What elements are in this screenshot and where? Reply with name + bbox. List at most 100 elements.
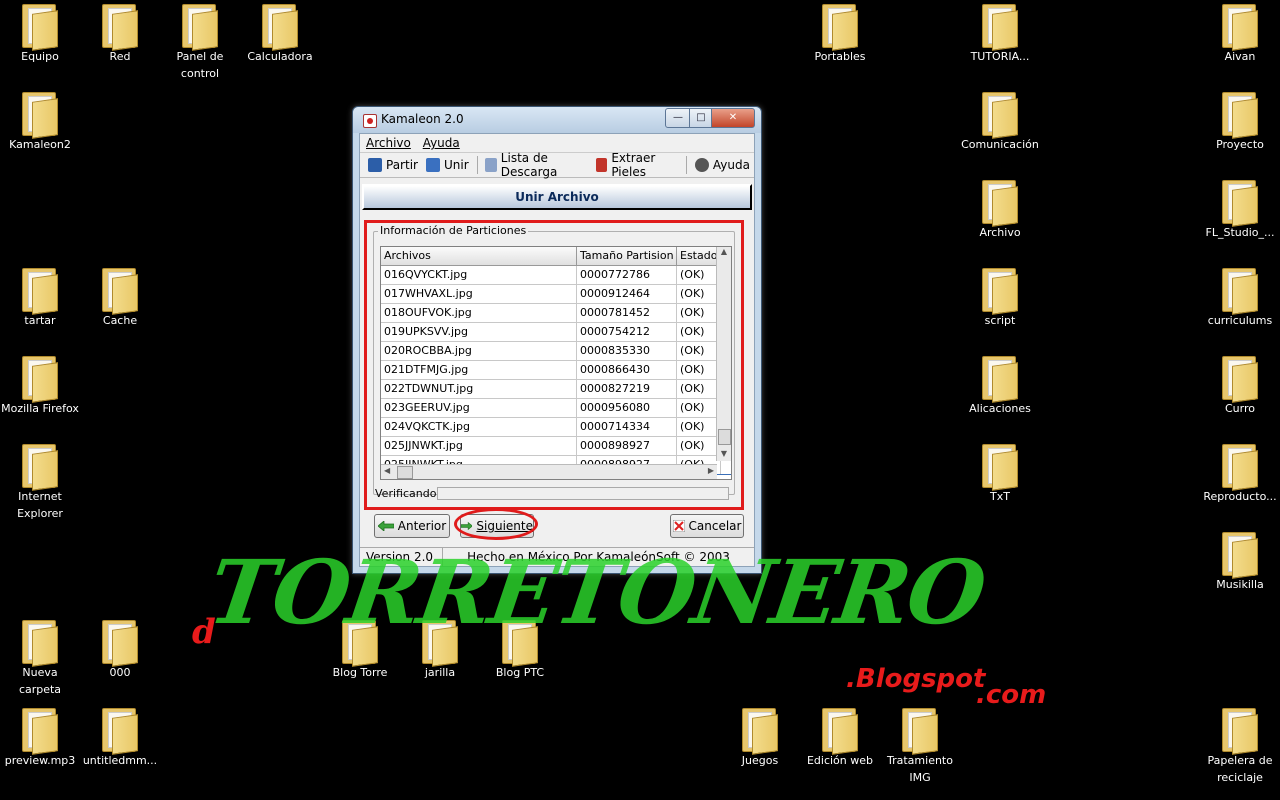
folder-icon [100, 2, 140, 51]
kamaleon-window[interactable]: Kamaleon 2.0 — □ ✕ Archivo Ayuda Partir … [352, 106, 762, 574]
toolbar-partir-button[interactable]: Partir [364, 158, 422, 172]
desktop-icon-left-3[interactable]: Calculadora [240, 2, 320, 65]
desktop-icon-left-4[interactable]: Kamaleon2 [0, 90, 80, 153]
table-row[interactable]: 018OUFVOK.jpg 0000781452 (OK) [381, 304, 731, 323]
desktop-icon-label: Musikilla [1216, 578, 1264, 591]
desktop-icon-left-7[interactable]: Mozilla Firefox [0, 354, 80, 417]
desktop-icon-right-0[interactable]: Portables [800, 2, 880, 65]
desktop-icon-label: Portables [814, 50, 866, 63]
table-row[interactable]: 022TDWNUT.jpg 0000827219 (OK) [381, 380, 731, 399]
folder-icon [1220, 90, 1260, 139]
desktop-icon-right-14[interactable]: Papelera de reciclaje [1200, 706, 1280, 786]
table-cell: 0000714334 [577, 418, 677, 436]
folder-icon [1220, 706, 1260, 755]
toolbar-pieles-button[interactable]: Extraer Pieles [592, 151, 682, 179]
desktop-icon-mid-3[interactable]: Juegos [720, 706, 800, 769]
table-cell: 0000866430 [577, 361, 677, 379]
table-cell: (OK) [677, 323, 721, 341]
table-row[interactable]: 023GEERUV.jpg 0000956080 (OK) [381, 399, 731, 418]
desktop-icon-label: Internet Explorer [17, 490, 63, 520]
desktop-icon-label: Papelera de reciclaje [1207, 754, 1273, 784]
desktop-icon-right-10[interactable]: Curro [1200, 354, 1280, 417]
folder-icon [260, 2, 300, 51]
toolbar-ayuda-button[interactable]: Ayuda [691, 158, 754, 172]
desktop-icon-left-9[interactable]: Nueva carpeta [0, 618, 80, 698]
scroll-left-icon[interactable]: ◀ [384, 466, 390, 475]
scroll-right-icon[interactable]: ▶ [708, 466, 714, 475]
desktop-icon-left-0[interactable]: Equipo [0, 2, 80, 65]
desktop-icon-mid-4[interactable]: Edición web [800, 706, 880, 769]
desktop-icon-right-3[interactable]: Comunicación [960, 90, 1040, 153]
desktop-icon-mid-5[interactable]: Tratamiento IMG [880, 706, 960, 786]
scroll-thumb[interactable] [718, 429, 731, 445]
close-button[interactable]: ✕ [711, 108, 755, 128]
scroll-down-icon[interactable]: ▼ [717, 449, 731, 461]
highlight-ellipse [454, 508, 538, 540]
desktop-icon-left-6[interactable]: Cache [80, 266, 160, 329]
verifying-progress [437, 487, 729, 500]
column-estado[interactable]: Estado [677, 247, 721, 265]
table-cell: 025JJNWKT.jpg [381, 437, 577, 455]
desktop-icon-right-2[interactable]: Aivan [1200, 2, 1280, 65]
folder-icon [100, 618, 140, 667]
desktop-icon-right-1[interactable]: TUTORIA... [960, 2, 1040, 65]
desktop-icon-label: Mozilla Firefox [1, 402, 79, 415]
desktop-icon-label: Cache [102, 314, 138, 327]
toolbar-unir-button[interactable]: Unir [422, 158, 473, 172]
desktop-icon-label: TUTORIA... [970, 50, 1030, 63]
cancel-icon [672, 520, 685, 532]
table-row[interactable]: 017WHVAXL.jpg 0000912464 (OK) [381, 285, 731, 304]
folder-icon [20, 2, 60, 51]
minimize-button[interactable]: — [665, 108, 691, 128]
desktop-icon-left-10[interactable]: 000 [80, 618, 160, 681]
maximize-button[interactable]: □ [689, 108, 713, 128]
column-tamano[interactable]: Tamaño Partision [577, 247, 677, 265]
watermark-blogspot: .Blogspot [846, 664, 986, 694]
menu-archivo[interactable]: Archivo [366, 134, 411, 152]
verifying-label: Verificando [375, 487, 437, 500]
title-bar[interactable]: Kamaleon 2.0 — □ ✕ [353, 107, 761, 133]
partitions-table[interactable]: Archivos Tamaño Partision Estado 016QVYC… [380, 246, 732, 480]
skins-icon [595, 158, 608, 172]
table-cell: (OK) [677, 380, 721, 398]
scroll-up-icon[interactable]: ▲ [717, 247, 731, 259]
table-row[interactable]: 025JJNWKT.jpg0000898927(OK) [381, 437, 731, 456]
table-row[interactable]: 019UPKSVV.jpg 0000754212 (OK) [381, 323, 731, 342]
menu-ayuda[interactable]: Ayuda [423, 134, 460, 152]
desktop-icon-left-11[interactable]: preview.mp3 [0, 706, 80, 769]
table-row[interactable]: 016QVYCKT.jpg 0000772786 (OK) [381, 266, 731, 285]
toolbar-ayuda-label: Ayuda [712, 158, 750, 172]
table-cell: 0000827219 [577, 380, 677, 398]
hscroll-thumb[interactable] [397, 466, 413, 479]
toolbar-lista-button[interactable]: Lista de Descarga [481, 151, 592, 179]
cancel-button[interactable]: Cancelar [670, 514, 744, 538]
table-cell: (OK) [677, 266, 721, 284]
desktop-icon-right-7[interactable]: script [960, 266, 1040, 329]
desktop-icon-right-6[interactable]: FL_Studio_... [1200, 178, 1280, 241]
vertical-scrollbar[interactable]: ▲ ▼ [716, 247, 731, 461]
desktop-icon-left-12[interactable]: untitledmm... [80, 706, 160, 769]
desktop-icon-left-8[interactable]: Internet Explorer [0, 442, 80, 522]
horizontal-scrollbar[interactable]: ◀ ▶ [381, 464, 717, 479]
desktop-icon-right-13[interactable]: Musikilla [1200, 530, 1280, 593]
desktop-icon-label: Tratamiento IMG [887, 754, 953, 784]
column-archivos[interactable]: Archivos [381, 247, 577, 265]
desktop-icon-right-9[interactable]: Alicaciones [960, 354, 1040, 417]
desktop-icon-left-5[interactable]: tartar [0, 266, 80, 329]
desktop-icon-label: script [984, 314, 1016, 327]
folder-icon [900, 706, 940, 755]
desktop-icon-right-8[interactable]: curriculums [1200, 266, 1280, 329]
desktop-icon-right-11[interactable]: TxT [960, 442, 1040, 505]
table-row[interactable]: 020ROCBBA.jpg 0000835330 (OK) [381, 342, 731, 361]
desktop-icon-right-12[interactable]: Reproducto... [1200, 442, 1280, 505]
desktop-icon-right-4[interactable]: Proyecto [1200, 90, 1280, 153]
table-cell: (OK) [677, 361, 721, 379]
back-button[interactable]: Anterior [374, 514, 450, 538]
desktop-icon-left-1[interactable]: Red [80, 2, 160, 65]
desktop-icon-right-5[interactable]: Archivo [960, 178, 1040, 241]
table-row[interactable]: 024VQKCTK.jpg 0000714334 (OK) [381, 418, 731, 437]
desktop-icon-label: curriculums [1207, 314, 1273, 327]
table-row[interactable]: 021DTFMJG.jpg 0000866430 (OK) [381, 361, 731, 380]
group-label: Información de Particiones [378, 224, 529, 237]
desktop-icon-left-2[interactable]: Panel de control [160, 2, 240, 82]
